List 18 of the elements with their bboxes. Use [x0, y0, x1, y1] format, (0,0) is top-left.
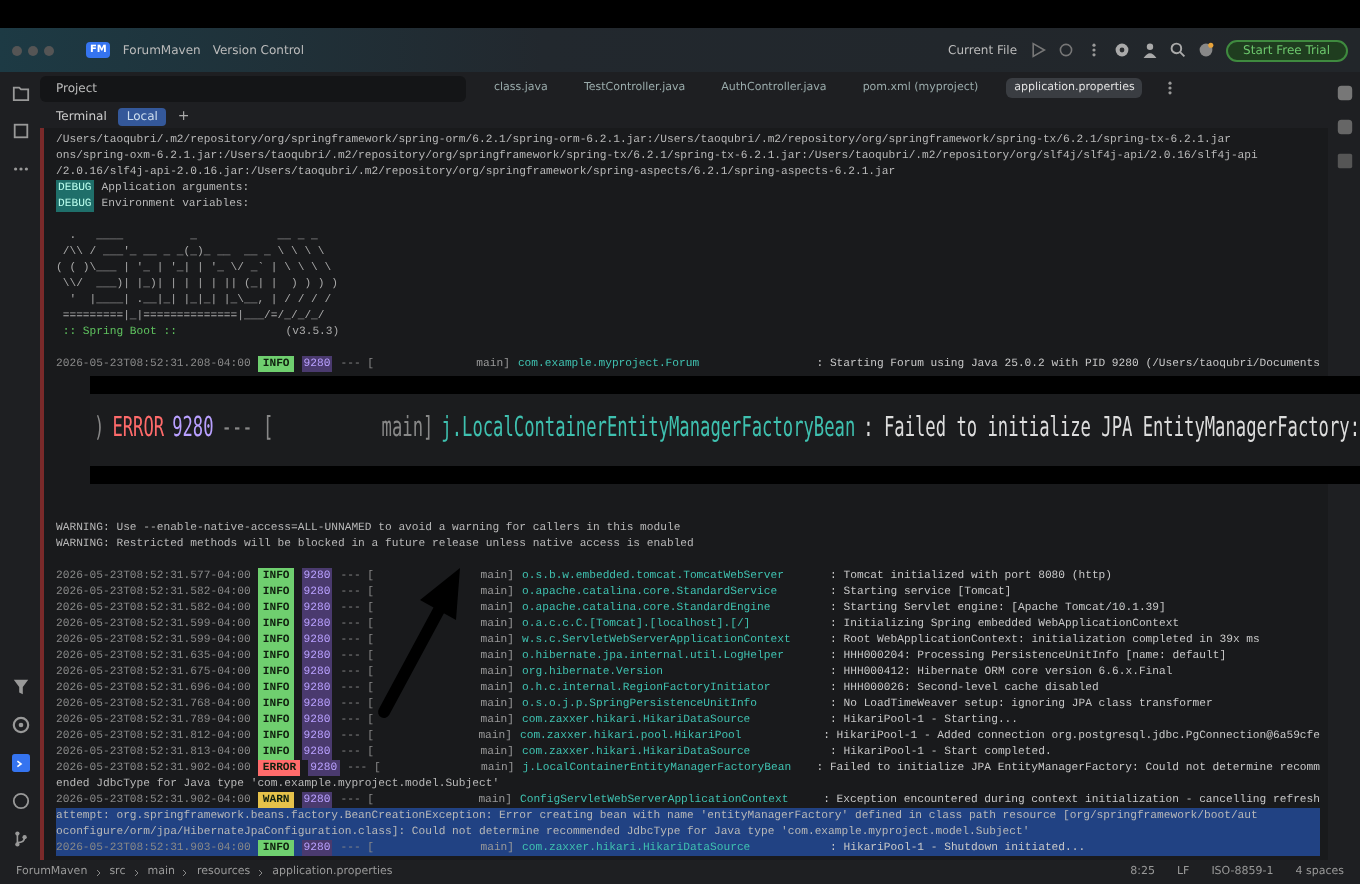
structure-icon[interactable]: [11, 122, 29, 140]
separator-text: --- [: [221, 414, 274, 446]
settings-icon[interactable]: [1113, 42, 1130, 58]
run-icon[interactable]: [1029, 42, 1046, 58]
search-icon[interactable]: [1169, 42, 1186, 58]
level-label: ERROR: [112, 414, 165, 446]
person-icon[interactable]: [1141, 42, 1158, 58]
plugin-icon[interactable]: [1197, 42, 1214, 58]
log-message: : Failed to initialize JPA EntityManagerFactory:: [863, 414, 1360, 446]
funnel-icon[interactable]: [11, 678, 29, 696]
git-icon[interactable]: [11, 830, 29, 848]
services-icon[interactable]: [11, 716, 29, 734]
logger-name: j.LocalContainerEntityManagerFactoryBean: [441, 414, 856, 446]
pid-label: 9280: [172, 414, 214, 446]
bracket-text: ): [94, 414, 105, 446]
terminal-icon[interactable]: [11, 754, 29, 772]
folder-icon[interactable]: [11, 84, 29, 102]
thread-name: main]: [379, 414, 434, 446]
